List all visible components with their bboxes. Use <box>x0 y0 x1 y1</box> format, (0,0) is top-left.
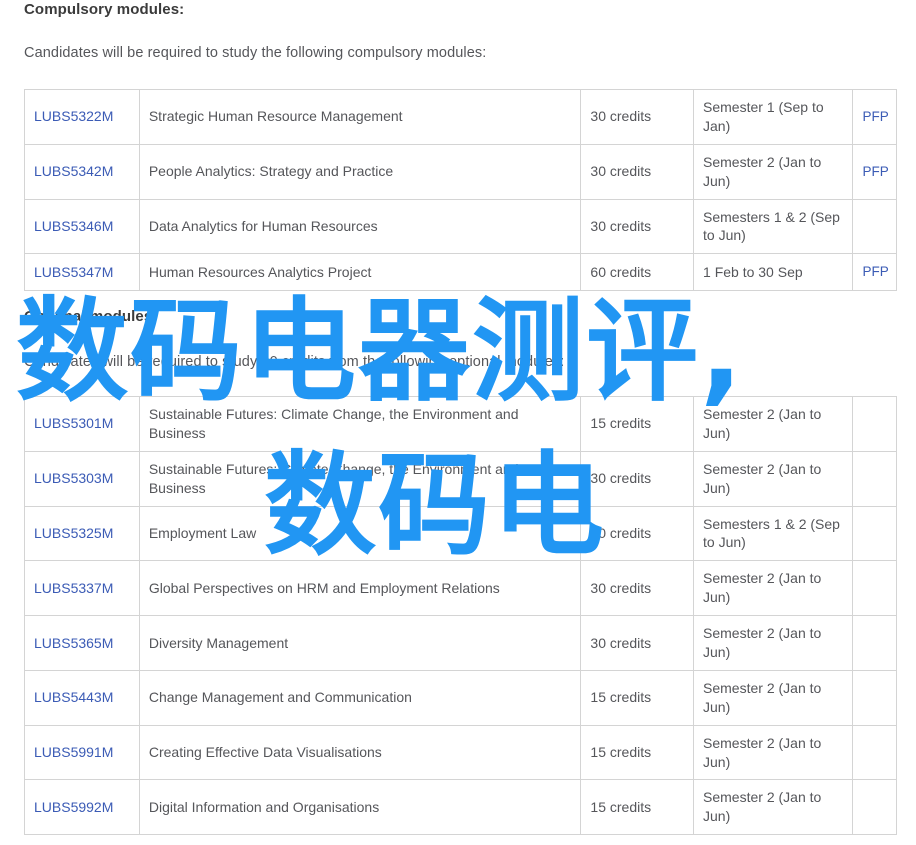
module-pfp-cell <box>852 560 897 617</box>
module-credits-cell: 30 credits <box>580 615 695 671</box>
module-semester-cell: Semester 1 (Sep to Jan) <box>693 89 854 145</box>
module-title-cell: Data Analytics for Human Resources <box>138 198 582 255</box>
pfp-link[interactable]: PFP <box>862 164 888 179</box>
table-row: LUBS5325M Employment Law 30 credits Semeste… <box>24 505 897 562</box>
module-code-cell: LUBS5346M <box>24 198 140 255</box>
module-title-cell: Sustainable Futures: Climate Change, the… <box>138 450 582 507</box>
module-title-cell: Change Management and Communication <box>138 669 582 726</box>
module-code-cell: LUBS5443M <box>24 669 140 726</box>
module-code-link[interactable]: LUBS5991M <box>34 744 113 760</box>
module-title-cell: Strategic Human Resource Management <box>138 89 582 145</box>
module-code-cell: LUBS5991M <box>24 724 140 781</box>
module-pfp-cell <box>852 779 897 836</box>
optional-modules-intro: Candidates will be required to study 30 … <box>24 354 565 370</box>
table-row: LUBS5365M Diversity Management 30 credits S… <box>24 615 897 671</box>
module-title-cell: Digital Information and Organisations <box>138 779 582 836</box>
module-title-cell: Sustainable Futures: Climate Change, the… <box>138 396 582 452</box>
module-code-cell: LUBS5365M <box>24 615 140 671</box>
module-pfp-cell: PFP <box>852 253 897 291</box>
module-title-cell: Human Resources Analytics Project <box>138 253 582 291</box>
module-code-link[interactable]: LUBS5322M <box>34 108 113 124</box>
module-credits-cell: 30 credits <box>580 143 695 200</box>
module-pfp-cell <box>852 450 897 507</box>
module-pfp-cell: PFP <box>852 89 897 145</box>
module-pfp-cell <box>852 615 897 671</box>
module-listing-page: Compulsory modules: Candidates will be r… <box>0 0 916 845</box>
table-row: LUBS5342M People Analytics: Strategy and … <box>24 143 897 200</box>
module-code-link[interactable]: LUBS5346M <box>34 218 113 234</box>
optional-modules-table-wrapper: LUBS5301M Sustainable Futures: Climate Ch… <box>24 396 897 836</box>
compulsory-modules-table: LUBS5322M Strategic Human Resource Manage… <box>24 89 897 291</box>
module-code-cell: LUBS5992M <box>24 779 140 836</box>
module-pfp-cell <box>852 396 897 452</box>
table-row: LUBS5992M Digital Information and Organis… <box>24 779 897 836</box>
module-credits-cell: 15 credits <box>580 779 695 836</box>
module-code-cell: LUBS5301M <box>24 396 140 452</box>
module-title-cell: People Analytics: Strategy and Practice <box>138 143 582 200</box>
module-code-cell: LUBS5322M <box>24 89 140 145</box>
table-row: LUBS5303M Sustainable Futures: Climate Ch… <box>24 450 897 507</box>
module-code-cell: LUBS5337M <box>24 560 140 617</box>
module-semester-cell: Semester 2 (Jan to Jun) <box>693 615 854 671</box>
module-pfp-cell: PFP <box>852 143 897 200</box>
module-semester-cell: 1 Feb to 30 Sep <box>693 253 854 291</box>
module-credits-cell: 30 credits <box>580 560 695 617</box>
module-code-link[interactable]: LUBS5337M <box>34 580 113 596</box>
module-code-cell: LUBS5325M <box>24 505 140 562</box>
optional-modules-heading: Optional modules: <box>24 308 158 325</box>
module-code-cell: LUBS5347M <box>24 253 140 291</box>
module-code-cell: LUBS5303M <box>24 450 140 507</box>
module-code-link[interactable]: LUBS5347M <box>34 264 113 280</box>
module-title-cell: Diversity Management <box>138 615 582 671</box>
compulsory-modules-intro: Candidates will be required to study the… <box>24 45 487 61</box>
module-code-link[interactable]: LUBS5325M <box>34 525 113 541</box>
module-semester-cell: Semester 2 (Jan to Jun) <box>693 724 854 781</box>
compulsory-modules-table-wrapper: LUBS5322M Strategic Human Resource Manage… <box>24 89 897 291</box>
module-pfp-cell <box>852 724 897 781</box>
module-semester-cell: Semester 2 (Jan to Jun) <box>693 450 854 507</box>
table-row: LUBS5346M Data Analytics for Human Resour… <box>24 198 897 255</box>
compulsory-table-body: LUBS5322M Strategic Human Resource Manage… <box>24 89 897 291</box>
table-row: LUBS5991M Creating Effective Data Visuali… <box>24 724 897 781</box>
module-credits-cell: 30 credits <box>580 450 695 507</box>
table-row: LUBS5347M Human Resources Analytics Proje… <box>24 253 897 291</box>
module-title-cell: Employment Law <box>138 505 582 562</box>
module-credits-cell: 30 credits <box>580 505 695 562</box>
table-row: LUBS5337M Global Perspectives on HRM and … <box>24 560 897 617</box>
module-pfp-cell <box>852 669 897 726</box>
module-title-cell: Global Perspectives on HRM and Employmen… <box>138 560 582 617</box>
pfp-link[interactable]: PFP <box>862 109 888 124</box>
module-code-link[interactable]: LUBS5301M <box>34 415 113 431</box>
optional-table-body: LUBS5301M Sustainable Futures: Climate Ch… <box>24 396 897 836</box>
pfp-link[interactable]: PFP <box>862 264 888 279</box>
module-credits-cell: 15 credits <box>580 724 695 781</box>
module-credits-cell: 30 credits <box>580 198 695 255</box>
module-semester-cell: Semesters 1 & 2 (Sep to Jun) <box>693 505 854 562</box>
module-semester-cell: Semester 2 (Jan to Jun) <box>693 143 854 200</box>
module-code-link[interactable]: LUBS5443M <box>34 689 113 705</box>
optional-modules-table: LUBS5301M Sustainable Futures: Climate Ch… <box>24 396 897 836</box>
module-code-link[interactable]: LUBS5303M <box>34 470 113 486</box>
module-code-link[interactable]: LUBS5342M <box>34 163 113 179</box>
table-row: LUBS5322M Strategic Human Resource Manage… <box>24 89 897 145</box>
module-credits-cell: 15 credits <box>580 396 695 452</box>
module-code-cell: LUBS5342M <box>24 143 140 200</box>
module-semester-cell: Semesters 1 & 2 (Sep to Jun) <box>693 198 854 255</box>
table-row: LUBS5301M Sustainable Futures: Climate Ch… <box>24 396 897 452</box>
module-credits-cell: 30 credits <box>580 89 695 145</box>
module-pfp-cell <box>852 198 897 255</box>
module-semester-cell: Semester 2 (Jan to Jun) <box>693 396 854 452</box>
module-semester-cell: Semester 2 (Jan to Jun) <box>693 779 854 836</box>
module-pfp-cell <box>852 505 897 562</box>
module-code-link[interactable]: LUBS5365M <box>34 635 113 651</box>
table-row: LUBS5443M Change Management and Communica… <box>24 669 897 726</box>
compulsory-modules-heading: Compulsory modules: <box>24 1 185 18</box>
module-code-link[interactable]: LUBS5992M <box>34 799 113 815</box>
module-credits-cell: 60 credits <box>580 253 695 291</box>
module-credits-cell: 15 credits <box>580 669 695 726</box>
module-title-cell: Creating Effective Data Visualisations <box>138 724 582 781</box>
module-semester-cell: Semester 2 (Jan to Jun) <box>693 669 854 726</box>
module-semester-cell: Semester 2 (Jan to Jun) <box>693 560 854 617</box>
